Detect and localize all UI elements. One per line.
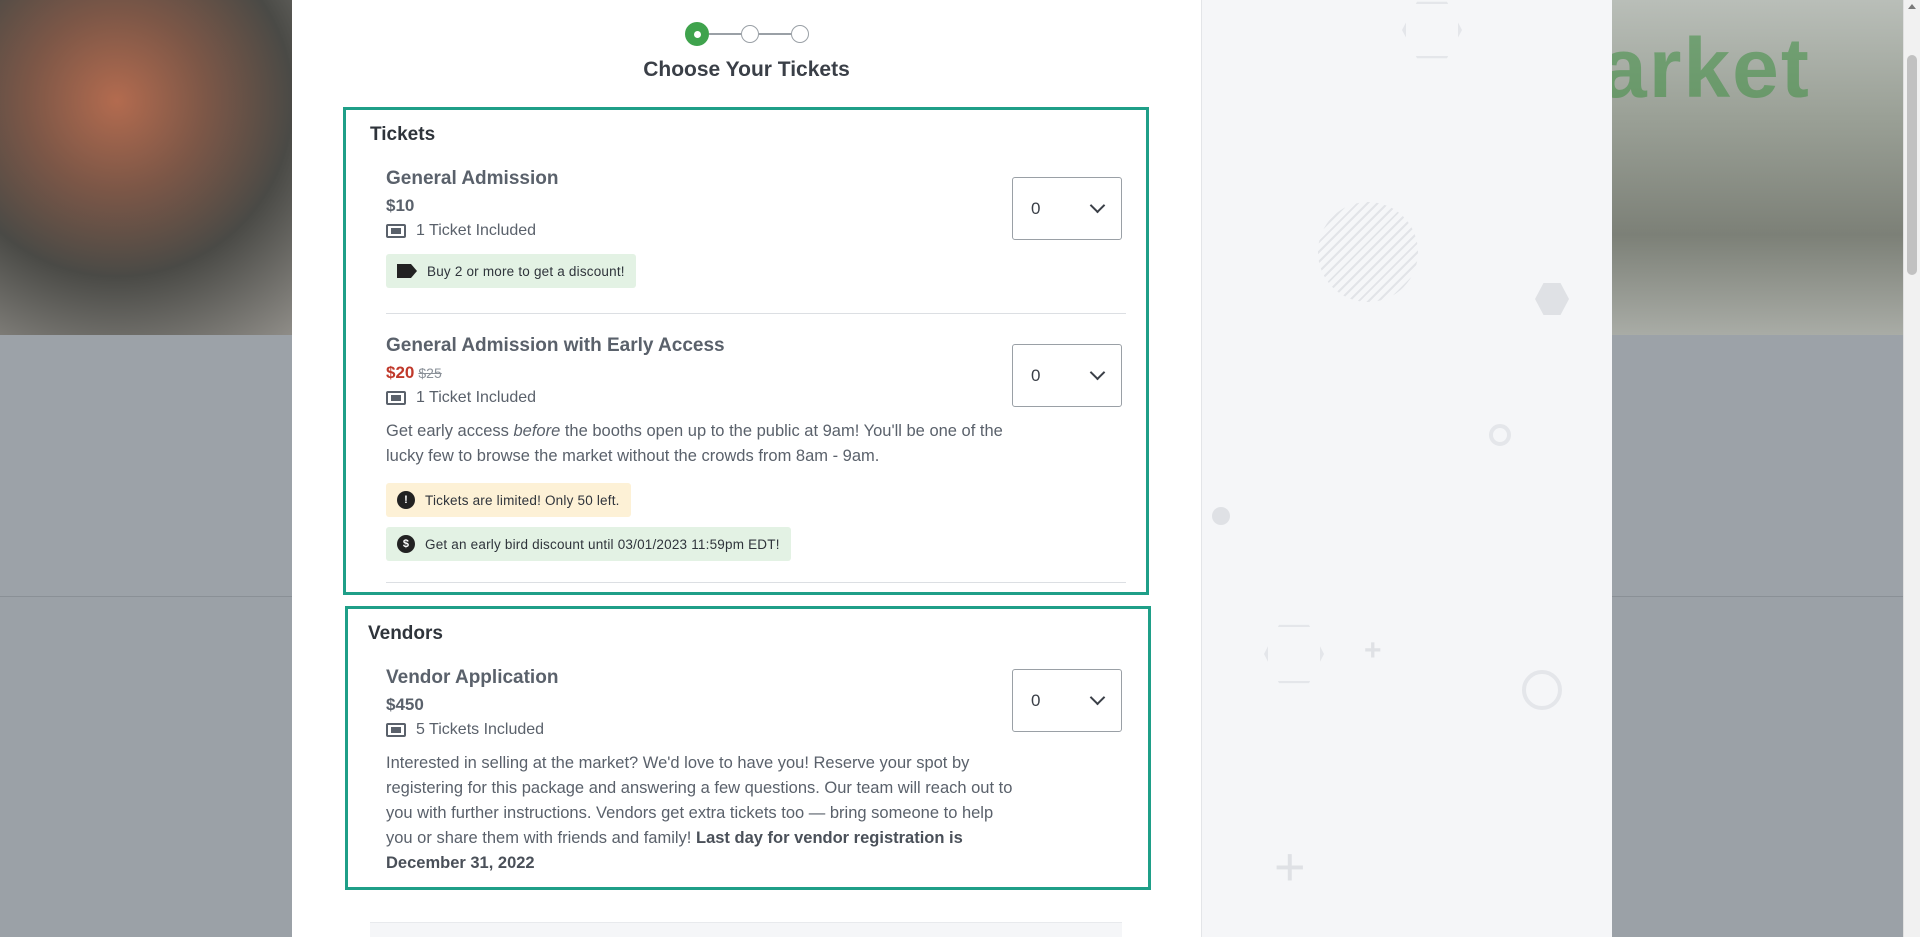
- step-3-indicator: [791, 25, 809, 43]
- early-bird-badge: $ Get an early bird discount until 03/01…: [386, 527, 791, 561]
- dot-decoration: [1212, 507, 1230, 525]
- step-connector: [759, 33, 791, 35]
- scrollbar-thumb[interactable]: [1907, 55, 1917, 275]
- step-connector: [709, 33, 741, 35]
- limited-badge-text: Tickets are limited! Only 50 left.: [425, 492, 620, 508]
- quantity-value: 0: [1031, 198, 1041, 218]
- tickets-section: Tickets General Admission $10 1 Ticket I…: [343, 107, 1149, 595]
- chevron-down-icon: [1089, 689, 1106, 706]
- ticket-icon: [386, 391, 406, 405]
- scroll-up-arrow-icon[interactable]: [1908, 4, 1916, 9]
- original-price: $25: [418, 365, 442, 381]
- description-emphasis: before: [513, 422, 561, 440]
- quantity-value: 0: [1031, 365, 1041, 385]
- discount-badge: Buy 2 or more to get a discount!: [386, 254, 636, 288]
- next-section-card: [370, 922, 1122, 937]
- vendor-description: Interested in selling at the market? We'…: [386, 751, 1016, 876]
- discount-badge-text: Buy 2 or more to get a discount!: [427, 263, 625, 279]
- hexagon-decoration: [1535, 283, 1569, 315]
- quantity-select-vendor-application[interactable]: 0: [1012, 669, 1122, 732]
- description-text: Get early access: [386, 422, 514, 440]
- early-bird-badge-text: Get an early bird discount until 03/01/2…: [425, 536, 780, 552]
- ticket-icon: [386, 224, 406, 238]
- limited-badge: ! Tickets are limited! Only 50 left.: [386, 483, 631, 517]
- hexagon-decoration: [1264, 624, 1324, 684]
- sale-price: $20: [386, 363, 415, 382]
- section-title-tickets: Tickets: [370, 124, 436, 145]
- ticket-description: Get early access before the booths open …: [386, 419, 1011, 469]
- dollar-icon: $: [397, 535, 415, 553]
- exclamation-icon: !: [397, 491, 415, 509]
- vendors-section: Vendors Vendor Application $450 5 Ticket…: [345, 606, 1151, 890]
- quantity-select-general-admission[interactable]: 0: [1012, 177, 1122, 240]
- ticket-selection-panel: Choose Your Tickets Tickets General Admi…: [292, 0, 1201, 937]
- quantity-select-early-access[interactable]: 0: [1012, 344, 1122, 407]
- order-summary-panel: + +: [1201, 0, 1612, 937]
- circle-decoration: [1522, 670, 1562, 710]
- item-divider: [386, 582, 1126, 583]
- hero-photo-left: [0, 0, 292, 335]
- step-2-indicator: [741, 25, 759, 43]
- chevron-down-icon: [1089, 364, 1106, 381]
- hexagon-decoration: [1402, 1, 1462, 59]
- checkout-stepper: [685, 22, 809, 46]
- hero-brand-text: arket: [1600, 21, 1811, 115]
- ticket-icon: [386, 723, 406, 737]
- circle-decoration: [1489, 424, 1511, 446]
- tickets-included-label: 1 Ticket Included: [416, 222, 537, 239]
- page-title: Choose Your Tickets: [643, 58, 850, 81]
- hatched-circle-decoration: [1318, 202, 1418, 302]
- page-scrollbar[interactable]: [1903, 0, 1920, 937]
- tickets-included-label: 1 Ticket Included: [416, 389, 537, 406]
- plus-decoration: +: [1274, 837, 1306, 897]
- chevron-down-icon: [1089, 197, 1106, 214]
- quantity-value: 0: [1031, 690, 1041, 710]
- tickets-included-label: 5 Tickets Included: [416, 721, 545, 738]
- tag-icon: [397, 264, 417, 278]
- checkout-modal: Choose Your Tickets Tickets General Admi…: [292, 0, 1612, 937]
- item-divider: [386, 313, 1126, 314]
- section-title-vendors: Vendors: [368, 623, 443, 644]
- plus-decoration: +: [1364, 634, 1382, 667]
- step-1-indicator: [685, 22, 709, 46]
